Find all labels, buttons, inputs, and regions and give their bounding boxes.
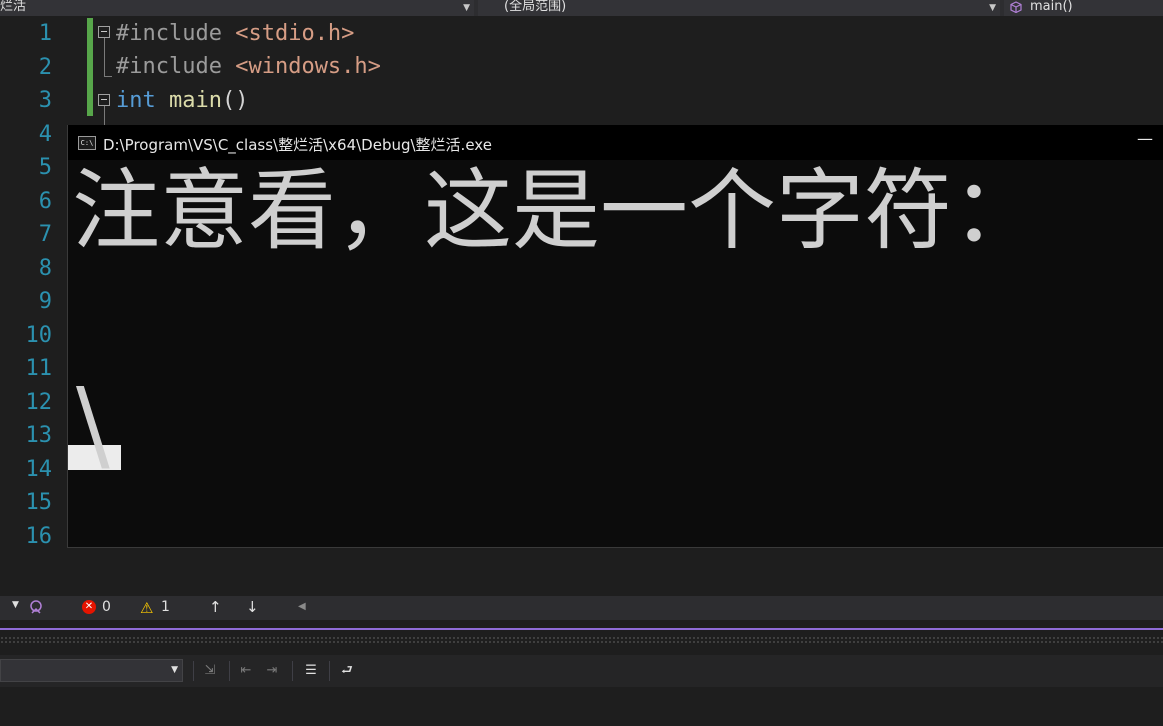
line-number: 10 bbox=[25, 322, 53, 348]
console-output-line: 注意看，这是一个字符： bbox=[72, 159, 1041, 262]
toolbar-separator bbox=[329, 661, 330, 681]
go-previous-icon[interactable]: ⇤ bbox=[236, 661, 256, 681]
chevron-down-icon: ▼ bbox=[171, 665, 178, 675]
line-number: 3 bbox=[38, 88, 52, 113]
arrow-down-icon[interactable]: ↓ bbox=[246, 598, 259, 616]
toolbar-separator bbox=[193, 661, 194, 681]
fold-guide bbox=[104, 38, 105, 76]
code-line-1[interactable]: #include <stdio.h> bbox=[116, 17, 354, 51]
fold-toggle-icon[interactable] bbox=[98, 26, 110, 38]
line-number: 2 bbox=[38, 54, 52, 80]
code-line-2[interactable]: #include <windows.h> bbox=[116, 50, 381, 84]
error-icon[interactable]: ✕ bbox=[82, 600, 96, 614]
navigation-bar: 烂活 ▼ (全局范围) ▼ main() bbox=[0, 0, 1163, 16]
function-name: main bbox=[169, 88, 222, 113]
console-app-icon: C:\ bbox=[78, 136, 96, 150]
line-number: 14 bbox=[25, 456, 53, 482]
scope-name: (全局范围) bbox=[504, 0, 567, 14]
chevron-down-icon: ▼ bbox=[463, 3, 470, 13]
member-dropdown[interactable]: main() bbox=[1004, 0, 1163, 16]
console-window[interactable]: C:\ D:\Program\VS\C_class\整烂活\x64\Debug\… bbox=[67, 125, 1163, 548]
line-number: 13 bbox=[25, 423, 53, 448]
toolbar-separator bbox=[229, 661, 230, 681]
line-number: 7 bbox=[38, 222, 52, 247]
project-name: 烂活 bbox=[0, 0, 27, 14]
preprocessor-directive: #include bbox=[116, 54, 222, 79]
output-toolbar: ▼ ⇲ ⇤ ⇥ ☰ ⮐ bbox=[0, 655, 1163, 687]
line-number: 16 bbox=[25, 523, 53, 549]
header-name: <windows.h> bbox=[235, 54, 381, 79]
word-wrap-icon[interactable]: ⮐ bbox=[337, 661, 357, 681]
go-next-icon[interactable]: ⇥ bbox=[262, 661, 282, 681]
output-source-select[interactable]: ▼ bbox=[0, 659, 183, 682]
toolbar-separator bbox=[292, 661, 293, 681]
line-number: 5 bbox=[38, 155, 52, 180]
clear-all-icon[interactable]: ☰ bbox=[301, 661, 321, 681]
keyword: int bbox=[116, 88, 156, 113]
panel-accent-line bbox=[0, 628, 1163, 630]
error-count[interactable]: 0 bbox=[102, 599, 111, 615]
output-pane[interactable] bbox=[0, 687, 1163, 726]
punctuation: () bbox=[221, 88, 249, 113]
console-output-char: \ bbox=[76, 366, 110, 483]
fold-toggle-icon[interactable] bbox=[98, 94, 110, 106]
chevron-down-icon[interactable]: ▼ bbox=[12, 600, 19, 610]
line-number: 15 bbox=[25, 490, 53, 515]
panel-splitter[interactable] bbox=[0, 636, 1163, 644]
find-message-icon[interactable]: ⇲ bbox=[200, 661, 220, 681]
project-dropdown[interactable]: 烂活 ▼ bbox=[0, 0, 474, 16]
scroll-left-icon[interactable]: ◀ bbox=[298, 601, 306, 612]
chevron-down-icon: ▼ bbox=[989, 3, 996, 13]
editor-status-bar: ▼ ✕ 0 ⚠ 1 ↑ ↓ ◀ bbox=[0, 596, 1163, 620]
minimize-button[interactable]: — bbox=[1137, 129, 1153, 148]
line-number: 12 bbox=[25, 389, 53, 415]
line-number: 9 bbox=[38, 289, 52, 314]
line-number: 11 bbox=[25, 356, 53, 381]
console-titlebar[interactable]: C:\ D:\Program\VS\C_class\整烂活\x64\Debug\… bbox=[68, 125, 1163, 160]
line-number: 1 bbox=[38, 21, 52, 46]
scope-dropdown[interactable]: (全局范围) ▼ bbox=[478, 0, 1000, 16]
change-indicator bbox=[87, 18, 93, 116]
fold-guide bbox=[104, 106, 105, 126]
warning-count[interactable]: 1 bbox=[161, 599, 170, 615]
header-name: <stdio.h> bbox=[235, 21, 355, 46]
line-number: 8 bbox=[38, 255, 52, 281]
intellicode-icon[interactable] bbox=[28, 599, 44, 615]
preprocessor-directive: #include bbox=[116, 21, 222, 46]
warning-icon[interactable]: ⚠ bbox=[140, 599, 153, 617]
line-number: 4 bbox=[38, 121, 52, 147]
code-line-3[interactable]: int main() bbox=[116, 84, 248, 118]
arrow-up-icon[interactable]: ↑ bbox=[209, 598, 222, 616]
method-cube-icon bbox=[1010, 1, 1022, 13]
line-number: 6 bbox=[38, 188, 52, 214]
fold-guide-end bbox=[104, 76, 112, 77]
console-title: D:\Program\VS\C_class\整烂活\x64\Debug\整烂活.… bbox=[103, 136, 492, 154]
